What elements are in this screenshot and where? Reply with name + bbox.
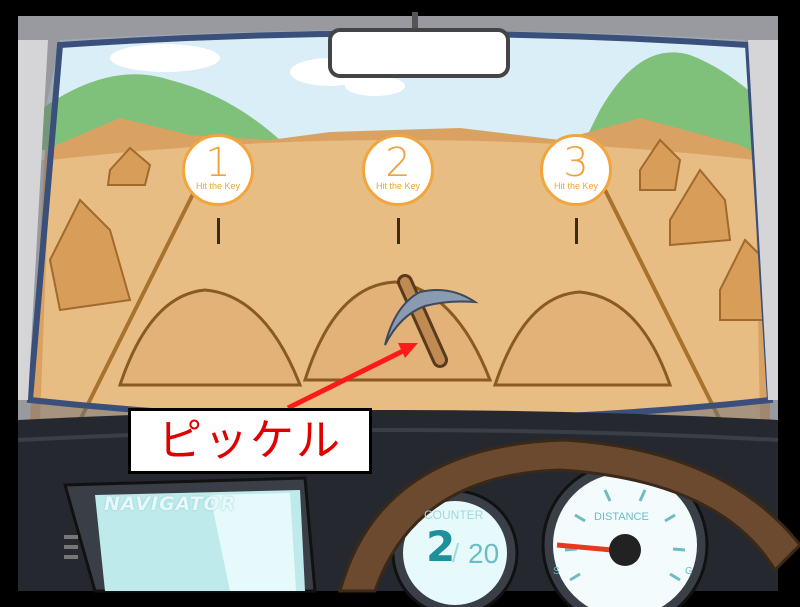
target-stake-3	[575, 218, 578, 244]
needle-hub	[609, 534, 641, 566]
navigator-title: NAVIGATOR	[104, 493, 237, 515]
key-hint: Hit the Key	[375, 181, 421, 191]
distance-goal-label: G	[685, 566, 693, 577]
key-badge-2[interactable]: 2 Hit the Key	[362, 134, 434, 206]
target-stake-1	[217, 218, 220, 244]
counter-current: 2	[426, 522, 456, 571]
key-hint: Hit the Key	[195, 181, 241, 191]
counter-label: COUNTER	[424, 508, 484, 522]
distance-start-label: S	[553, 566, 560, 577]
key-hint: Hit the Key	[553, 181, 599, 191]
counter-total: 20	[468, 538, 500, 569]
scene-art	[0, 0, 800, 607]
key-badge-3[interactable]: 3 Hit the Key	[540, 134, 612, 206]
rearview-mirror	[328, 28, 510, 78]
key-number: 1	[205, 140, 231, 186]
annotation-label-box: ピッケル	[128, 408, 372, 474]
annotation-label: ピッケル	[158, 415, 342, 466]
distance-label: DISTANCE	[594, 511, 649, 523]
key-badge-1[interactable]: 1 Hit the Key	[182, 134, 254, 206]
key-number: 3	[563, 140, 589, 186]
target-stake-2	[397, 218, 400, 244]
game-scene: 1 Hit the Key 2 Hit the Key 3 Hit the Ke…	[0, 0, 800, 607]
counter-separator: /	[452, 538, 460, 568]
key-number: 2	[385, 140, 411, 186]
